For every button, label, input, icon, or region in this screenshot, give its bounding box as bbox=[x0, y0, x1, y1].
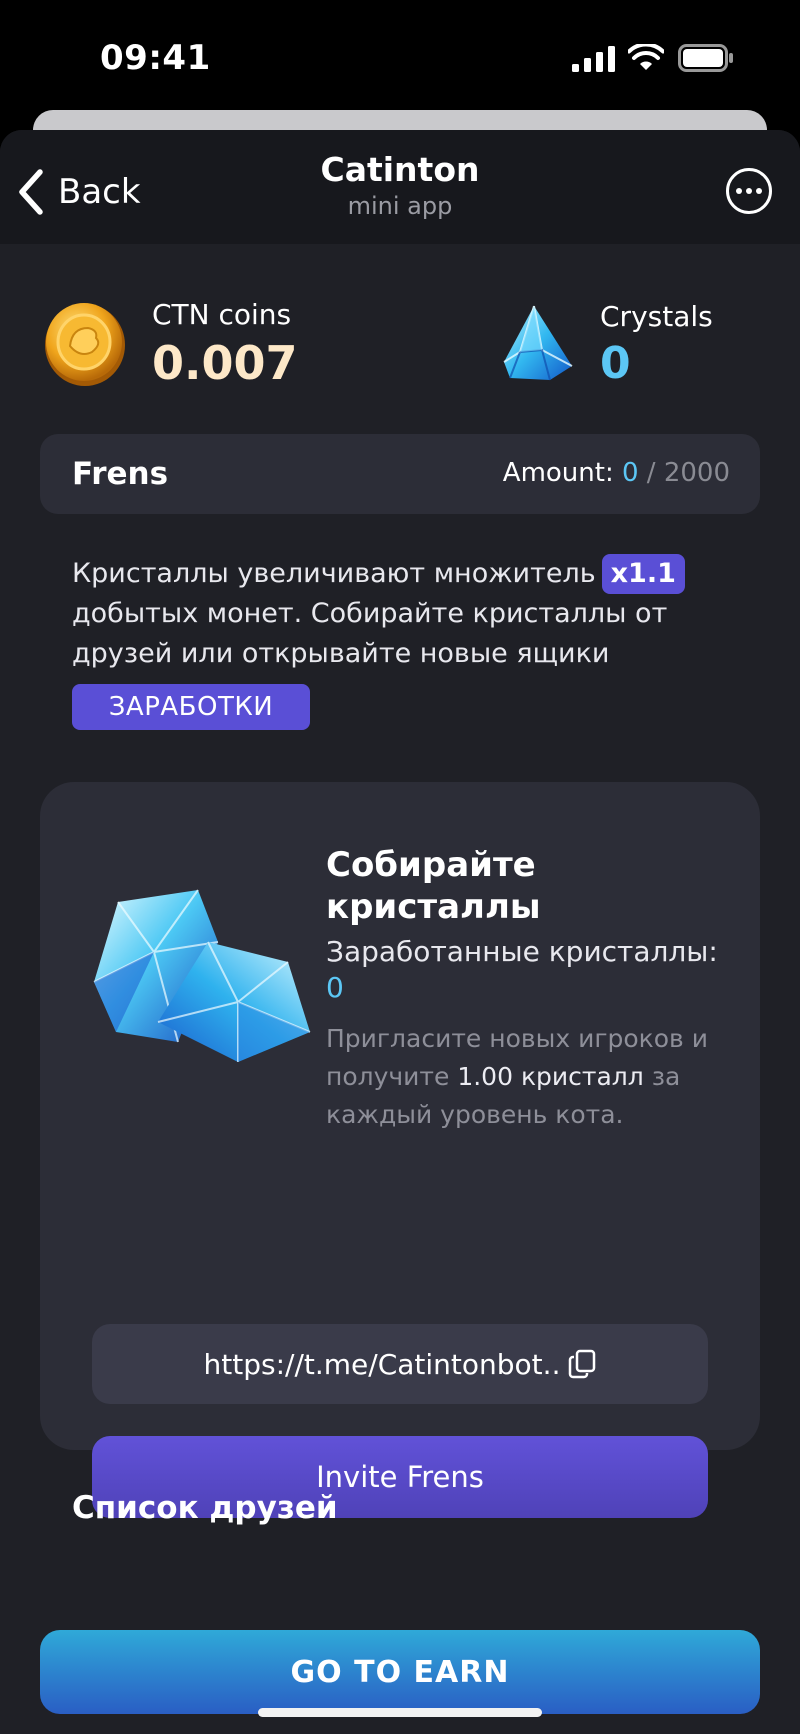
crystals-illustration-icon bbox=[93, 889, 311, 1062]
status-time: 09:41 bbox=[100, 38, 211, 78]
collect-title: Собирайте кристаллы bbox=[326, 845, 541, 927]
copy-icon[interactable] bbox=[568, 1349, 596, 1379]
frens-title: Frens bbox=[72, 456, 169, 492]
amount-separator: / bbox=[638, 458, 664, 488]
earnings-link-button[interactable]: ЗАРАБОТКИ bbox=[72, 684, 310, 730]
invite-description: Пригласите новых игроков и получите 1.00… bbox=[326, 1020, 726, 1134]
battery-icon bbox=[678, 44, 733, 72]
status-bar: 09:41 bbox=[0, 0, 800, 118]
crystals-label: Crystals bbox=[600, 300, 713, 333]
home-indicator bbox=[258, 1708, 542, 1717]
crystals-info-text: Кристаллы увеличивают множитель x1.1 добы… bbox=[72, 554, 722, 674]
more-dot bbox=[756, 188, 762, 194]
coins-label: CTN coins bbox=[152, 298, 292, 331]
referral-link-text: https://t.me/Catintonbot.. bbox=[203, 1347, 561, 1381]
go-to-earn-button[interactable]: GO TO EARN bbox=[40, 1630, 760, 1714]
collect-crystals-card: Собирайте кристаллы Заработанные кристал… bbox=[40, 782, 760, 1518]
amount-current: 0 bbox=[621, 458, 639, 488]
coins-value: 0.007 bbox=[152, 336, 298, 390]
more-dot bbox=[746, 188, 752, 194]
multiplier-badge: x1.1 bbox=[601, 554, 685, 594]
info-text-after: добытых монет. Собирайте кристаллы от др… bbox=[72, 598, 668, 669]
coin-icon bbox=[45, 303, 125, 386]
more-dot bbox=[736, 188, 742, 194]
signal-icon bbox=[572, 46, 615, 72]
info-text-before: Кристаллы увеличивают множитель bbox=[72, 558, 596, 589]
frens-amount: Amount: 0 / 2000 bbox=[503, 458, 730, 488]
crystal-icon bbox=[503, 305, 573, 381]
app-title: Catinton bbox=[320, 150, 480, 189]
amount-label: Amount: bbox=[502, 458, 622, 488]
app-subtitle: mini app bbox=[347, 192, 453, 220]
earned-label: Заработанные кристаллы: bbox=[326, 935, 718, 968]
mini-app-sheet: Back Catinton mini app CTN coins 0.007 C… bbox=[0, 130, 800, 1734]
friends-list-title: Список друзей bbox=[72, 1490, 338, 1526]
invite-desc-reward: 1.00 кристалл bbox=[457, 1062, 644, 1091]
more-options-icon[interactable] bbox=[726, 168, 772, 214]
crystals-value: 0 bbox=[600, 338, 631, 389]
referral-link-copy-field[interactable]: https://t.me/Catintonbot.. bbox=[92, 1324, 708, 1404]
frens-summary-card: Frens Amount: 0 / 2000 bbox=[40, 434, 760, 514]
earned-value: 0 bbox=[326, 971, 344, 1004]
app-header: Back Catinton mini app bbox=[0, 130, 800, 244]
amount-max: 2000 bbox=[663, 458, 730, 488]
earned-crystals: Заработанные кристаллы: 0 bbox=[326, 934, 726, 1006]
wifi-icon bbox=[628, 44, 664, 70]
